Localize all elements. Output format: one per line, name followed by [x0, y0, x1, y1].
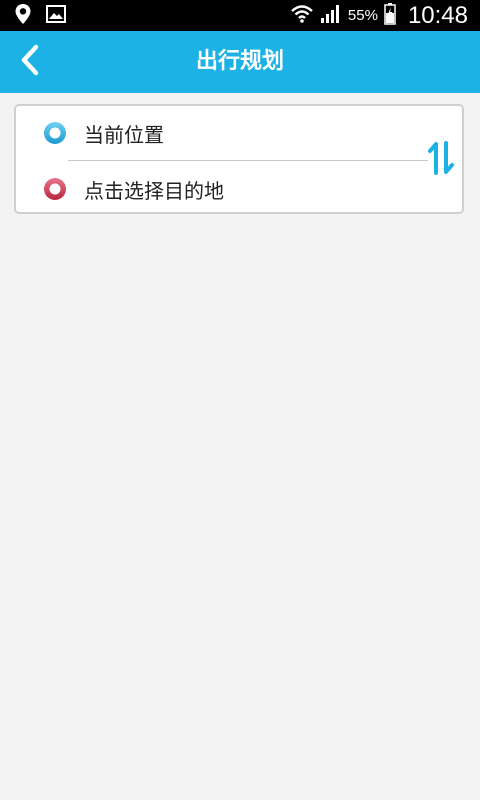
route-divider: [68, 160, 428, 161]
location-pin-icon: [14, 3, 32, 29]
status-time: 10:48: [407, 1, 468, 29]
chevron-left-icon: [19, 44, 41, 80]
signal-icon: [320, 4, 342, 28]
image-icon: [46, 5, 66, 27]
destination-label: 点击选择目的地: [84, 178, 224, 203]
wifi-icon: [290, 3, 314, 29]
page-title: 出行规划: [195, 49, 284, 74]
back-button[interactable]: [8, 39, 52, 85]
title-bar: 出行规划: [0, 31, 480, 93]
start-location-row[interactable]: 当前位置: [16, 106, 428, 160]
status-right-icons: 55% 10:48: [290, 0, 468, 31]
route-card: 当前位置 点击选择目的地: [14, 104, 464, 214]
destination-dot-icon: [42, 176, 68, 202]
status-bar: 55% 10:48: [0, 0, 480, 31]
swap-arrows-icon: [427, 140, 455, 180]
swap-button[interactable]: [424, 140, 458, 180]
battery-percent: 55%: [347, 7, 378, 24]
start-dot-icon: [42, 120, 68, 146]
status-left-icons: [14, 4, 66, 28]
destination-row[interactable]: 点击选择目的地: [16, 162, 428, 216]
start-location-label: 当前位置: [84, 122, 164, 147]
battery-icon: [384, 2, 396, 29]
